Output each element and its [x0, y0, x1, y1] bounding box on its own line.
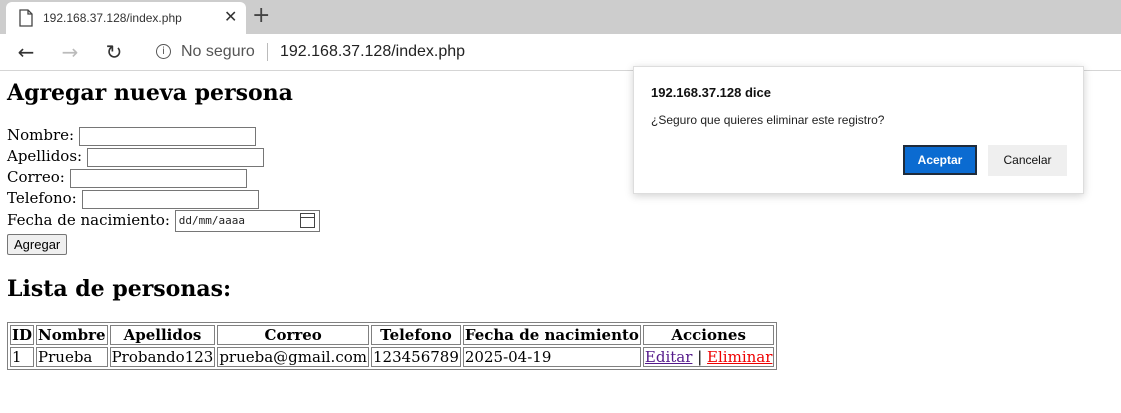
- personas-table: ID Nombre Apellidos Correo Telefono Fech…: [7, 322, 778, 370]
- correo-label: Correo:: [7, 168, 65, 186]
- info-icon[interactable]: i: [156, 44, 171, 59]
- cell-nombre: Prueba: [36, 347, 108, 367]
- accept-button[interactable]: Aceptar: [903, 145, 977, 175]
- column-header: Correo: [217, 325, 369, 345]
- nombre-label: Nombre:: [7, 126, 75, 144]
- apellidos-label: Apellidos:: [7, 147, 83, 165]
- form-row-fecha: Fecha de nacimiento: dd/mm/aaaa: [7, 210, 320, 232]
- column-header: Acciones: [642, 325, 775, 345]
- table-header-row: ID Nombre Apellidos Correo Telefono Fech…: [10, 325, 775, 345]
- nombre-input[interactable]: [78, 126, 256, 146]
- form-row-nombre: Nombre:: [7, 126, 256, 146]
- new-tab-button[interactable]: +: [252, 3, 270, 28]
- cancel-button[interactable]: Cancelar: [988, 145, 1067, 176]
- action-separator: |: [697, 348, 703, 366]
- correo-input[interactable]: [69, 168, 247, 188]
- form-row-apellidos: Apellidos:: [7, 147, 264, 167]
- back-icon[interactable]: ←: [14, 40, 38, 64]
- browser-tab[interactable]: 192.168.37.128/index.php ✕: [6, 2, 246, 34]
- reload-icon[interactable]: ↻: [102, 40, 126, 64]
- cell-telefono: 123456789: [370, 347, 461, 367]
- tab-title: 192.168.37.128/index.php: [43, 11, 182, 25]
- tab-bar: 192.168.37.128/index.php ✕ +: [0, 0, 1121, 34]
- agregar-button[interactable]: Agregar: [7, 234, 68, 255]
- list-heading: Lista de personas:: [7, 276, 232, 302]
- dialog-message: ¿Seguro que quieres eliminar este regist…: [651, 113, 885, 127]
- telefono-label: Telefono:: [7, 189, 77, 207]
- table-row: 1 Prueba Probando123 prueba@gmail.com 12…: [10, 347, 775, 367]
- fecha-input[interactable]: dd/mm/aaaa: [174, 210, 320, 232]
- forward-icon[interactable]: →: [58, 40, 82, 64]
- url-text[interactable]: 192.168.37.128/index.php: [280, 43, 465, 61]
- column-header: Fecha de nacimiento: [462, 325, 641, 345]
- close-tab-icon[interactable]: ✕: [224, 7, 237, 27]
- cell-acciones: Editar | Eliminar: [642, 347, 775, 367]
- column-header: ID: [10, 325, 35, 345]
- column-header: Apellidos: [109, 325, 216, 345]
- address-bar[interactable]: i No seguro 192.168.37.128/index.php: [142, 36, 1121, 68]
- telefono-input[interactable]: [81, 189, 259, 209]
- address-separator: [267, 43, 268, 61]
- confirm-dialog: 192.168.37.128 dice ¿Seguro que quieres …: [633, 66, 1084, 194]
- fecha-label: Fecha de nacimiento:: [7, 211, 170, 229]
- add-heading: Agregar nueva persona: [7, 80, 293, 106]
- form-row-correo: Correo:: [7, 168, 247, 188]
- calendar-icon[interactable]: [299, 213, 315, 228]
- cell-correo: prueba@gmail.com: [217, 347, 369, 367]
- security-label[interactable]: No seguro: [181, 43, 255, 61]
- cell-id: 1: [10, 347, 35, 367]
- date-placeholder: dd/mm/aaaa: [178, 214, 245, 227]
- dialog-title: 192.168.37.128 dice: [651, 85, 771, 100]
- column-header: Telefono: [370, 325, 461, 345]
- apellidos-input[interactable]: [86, 147, 264, 167]
- edit-link[interactable]: Editar: [645, 348, 693, 366]
- page-icon: [19, 9, 33, 27]
- delete-link[interactable]: Eliminar: [707, 348, 772, 366]
- cell-fecha: 2025-04-19: [462, 347, 641, 367]
- cell-apellidos: Probando123: [109, 347, 216, 367]
- column-header: Nombre: [36, 325, 108, 345]
- form-row-telefono: Telefono:: [7, 189, 259, 209]
- form-row-submit: Agregar: [7, 234, 68, 255]
